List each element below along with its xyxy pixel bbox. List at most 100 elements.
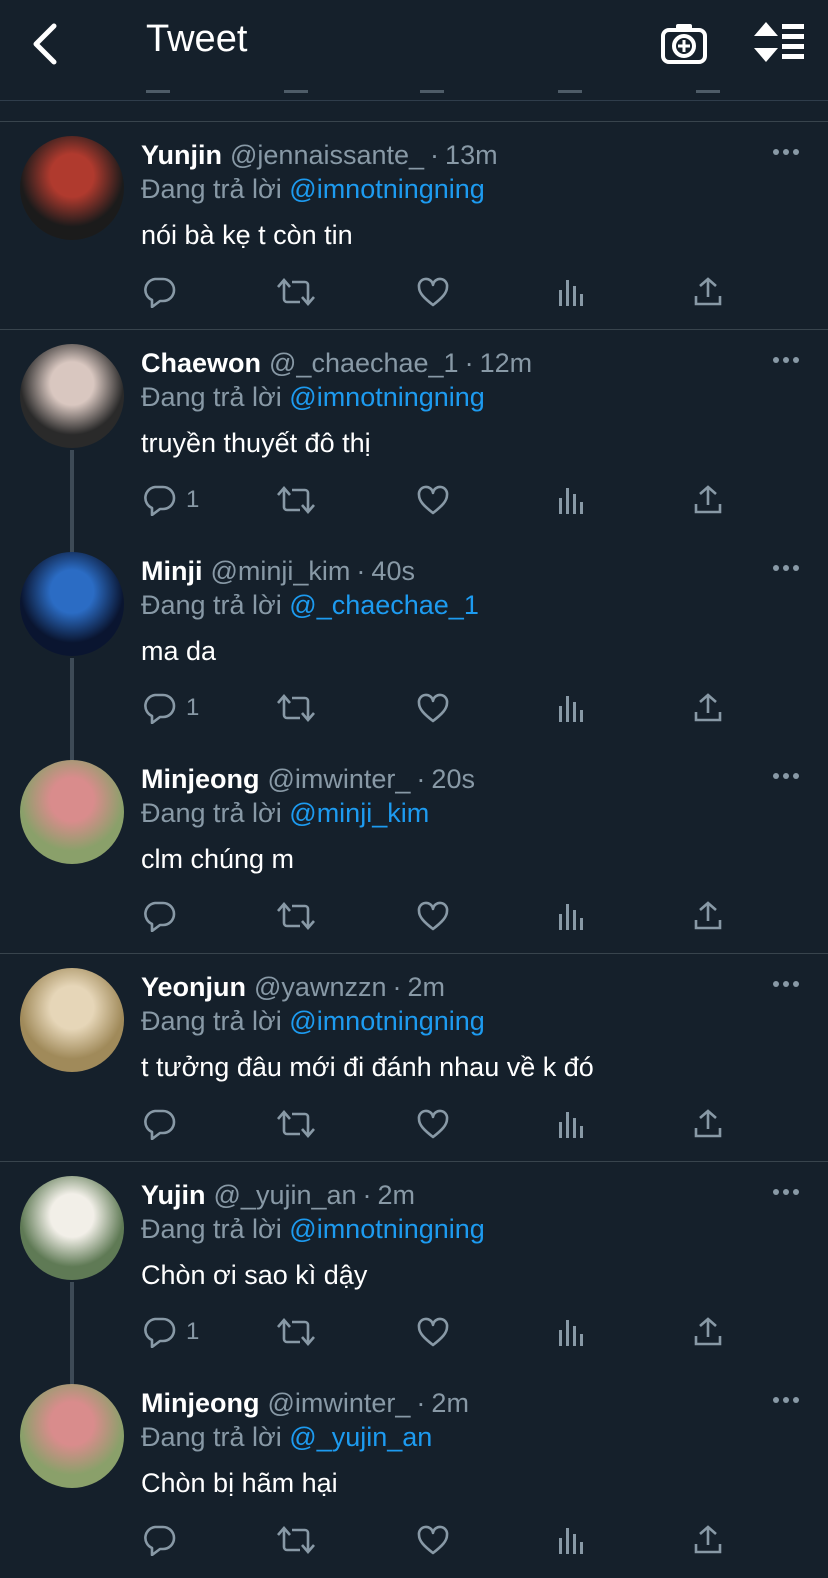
retweet-button[interactable] <box>276 274 316 310</box>
display-name[interactable]: Yunjin <box>141 140 222 170</box>
more-icon[interactable] <box>772 356 800 364</box>
reply-button[interactable] <box>142 898 186 934</box>
replying-label: Đang trả lời <box>141 590 282 620</box>
mention-link[interactable]: @imnotningning <box>289 382 485 412</box>
replying-to: Đang trả lời @_yujin_an <box>141 1422 432 1453</box>
avatar[interactable] <box>20 760 124 864</box>
share-button[interactable] <box>692 1522 724 1558</box>
retweet-button[interactable] <box>276 1522 316 1558</box>
display-name[interactable]: Chaewon <box>141 348 261 378</box>
tweet[interactable]: Minjeong @imwinter_ · 20s Đang trả lời @min… <box>0 746 828 954</box>
mention-link[interactable]: @imnotningning <box>289 1006 485 1036</box>
reply-icon <box>142 1524 176 1556</box>
analytics-button[interactable] <box>556 1314 586 1350</box>
retweet-button[interactable] <box>276 690 316 726</box>
more-icon[interactable] <box>772 1188 800 1196</box>
tweet[interactable]: Minji @minji_kim · 40s Đang trả lời @_chaec… <box>0 538 828 746</box>
more-icon[interactable] <box>772 772 800 780</box>
avatar[interactable] <box>20 1384 124 1488</box>
tweet-actions <box>0 274 828 314</box>
display-name[interactable]: Minji <box>141 556 203 586</box>
retweet-button[interactable] <box>276 898 316 934</box>
retweet-button[interactable] <box>276 1314 316 1350</box>
separator-dot: · <box>362 1180 372 1210</box>
replying-to: Đang trả lời @imnotningning <box>141 1214 485 1245</box>
replying-to: Đang trả lời @minji_kim <box>141 798 429 829</box>
display-name[interactable]: Yeonjun <box>141 972 246 1002</box>
share-button[interactable] <box>692 1106 724 1142</box>
analytics-button[interactable] <box>556 1522 586 1558</box>
avatar[interactable] <box>20 1176 124 1280</box>
replying-label: Đang trả lời <box>141 1006 282 1036</box>
mention-link[interactable]: @minji_kim <box>289 798 429 828</box>
analytics-button[interactable] <box>556 482 586 518</box>
more-icon[interactable] <box>772 980 800 988</box>
share-button[interactable] <box>692 898 724 934</box>
share-button[interactable] <box>692 482 724 518</box>
like-button[interactable] <box>416 690 450 726</box>
handle[interactable]: @_yujin_an <box>214 1180 357 1210</box>
mention-link[interactable]: @imnotningning <box>289 174 485 204</box>
like-button[interactable] <box>416 898 450 934</box>
like-button[interactable] <box>416 1106 450 1142</box>
tweet-actions: 1 <box>0 690 828 730</box>
reply-button[interactable]: 1 <box>142 1314 199 1350</box>
retweet-button[interactable] <box>276 482 316 518</box>
handle[interactable]: @jennaissante_ <box>230 140 424 170</box>
like-button[interactable] <box>416 274 450 310</box>
more-icon[interactable] <box>772 564 800 572</box>
handle[interactable]: @imwinter_ <box>267 764 410 794</box>
chevron-left-icon[interactable] <box>26 20 70 68</box>
tweet[interactable]: Minjeong @imwinter_ · 2m Đang trả lời @_yuj… <box>0 1370 828 1578</box>
retweet-button[interactable] <box>276 1106 316 1142</box>
tweet-actions <box>0 1522 828 1562</box>
analytics-button[interactable] <box>556 274 586 310</box>
reply-button[interactable] <box>142 1106 186 1142</box>
reply-button[interactable]: 1 <box>142 482 199 518</box>
reply-button[interactable] <box>142 1522 186 1558</box>
share-icon <box>692 692 724 724</box>
sort-icon[interactable] <box>752 20 808 64</box>
handle[interactable]: @yawnzzn <box>254 972 386 1002</box>
share-button[interactable] <box>692 690 724 726</box>
reply-button[interactable]: 1 <box>142 690 199 726</box>
camera-icon[interactable] <box>660 20 708 66</box>
like-button[interactable] <box>416 482 450 518</box>
handle[interactable]: @minji_kim <box>211 556 351 586</box>
tweet-text: t tưởng đâu mới đi đánh nhau về k đó <box>141 1052 594 1082</box>
share-button[interactable] <box>692 274 724 310</box>
display-name[interactable]: Minjeong <box>141 1388 259 1418</box>
mention-link[interactable]: @_yujin_an <box>289 1422 432 1452</box>
tweet[interactable]: Chaewon @_chaechae_1 · 12m Đang trả lời @im… <box>0 330 828 538</box>
avatar[interactable] <box>20 968 124 1072</box>
tweet[interactable]: Yujin @_yujin_an · 2m Đang trả lời @imnotni… <box>0 1162 828 1370</box>
avatar[interactable] <box>20 344 124 448</box>
reply-button[interactable] <box>142 274 186 310</box>
share-button[interactable] <box>692 1314 724 1350</box>
mention-link[interactable]: @_chaechae_1 <box>289 590 479 620</box>
more-icon[interactable] <box>772 1396 800 1404</box>
share-icon <box>692 900 724 932</box>
more-icon[interactable] <box>772 148 800 156</box>
mention-link[interactable]: @imnotningning <box>289 1214 485 1244</box>
analytics-button[interactable] <box>556 898 586 934</box>
reply-icon <box>142 1108 176 1140</box>
avatar[interactable] <box>20 136 124 240</box>
tweet-header: Yeonjun @yawnzzn · 2m <box>141 972 445 1003</box>
tweet[interactable]: Yunjin @jennaissante_ · 13m Đang trả lời @i… <box>0 122 828 330</box>
separator-dot: · <box>356 556 366 586</box>
display-name[interactable]: Minjeong <box>141 764 259 794</box>
like-button[interactable] <box>416 1314 450 1350</box>
like-button[interactable] <box>416 1522 450 1558</box>
tweet[interactable]: Yeonjun @yawnzzn · 2m Đang trả lời @imnotni… <box>0 954 828 1162</box>
display-name[interactable]: Yujin <box>141 1180 206 1210</box>
analytics-button[interactable] <box>556 690 586 726</box>
analytics-icon <box>556 1108 586 1140</box>
handle[interactable]: @imwinter_ <box>267 1388 410 1418</box>
avatar[interactable] <box>20 552 124 656</box>
tweet-actions: 1 <box>0 1314 828 1354</box>
timestamp: 13m <box>445 140 498 170</box>
analytics-button[interactable] <box>556 1106 586 1142</box>
handle[interactable]: @_chaechae_1 <box>269 348 459 378</box>
page-title: Tweet <box>146 18 248 60</box>
